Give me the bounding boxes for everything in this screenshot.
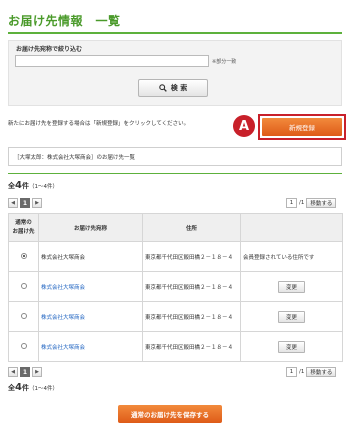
name-cell: 株式会社大塚商会 [38,331,143,362]
filter-label: お届け先宛称で絞り込む [16,46,83,53]
table-row: 株式会社大塚商会 東京都千代田区飯田橋２－１８－４ 変更 [8,271,343,302]
count-prefix: 全 [8,182,15,190]
count-suffix: 件 [21,182,29,190]
address-list-heading: ［大塚太郎：株式会社大塚商会］のお届け先一覧 [8,147,342,166]
pager-top: ◀ 1 ▶ [8,198,42,208]
column-header-default: 通常の お届け先 [8,213,39,242]
page-number-input-bottom[interactable]: 1 [286,367,297,377]
next-page-button-bottom[interactable]: ▶ [32,367,42,377]
page-total: /1 [299,200,305,206]
count-number-bottom: 4 [15,382,22,393]
current-page[interactable]: 1 [20,198,30,208]
search-button-label: 検 索 [170,84,188,92]
address-name-link[interactable]: 株式会社大塚商会 [41,315,85,321]
count-prefix-bottom: 全 [8,384,15,392]
edit-button[interactable]: 変更 [277,340,305,353]
table-row: 株式会社大塚商会 東京都千代田区飯田橋２－１８－４ 変更 [8,331,343,362]
default-radio-cell [8,241,39,272]
address-list-heading-text: ［大塚太郎：株式会社大塚商会］のお届け先一覧 [14,154,136,161]
address-cell: 東京都千代田区飯田橋２－１８－４ [142,271,241,302]
default-radio-cell [8,331,39,362]
page-title: お届け先情報 一覧 [8,14,121,28]
annotation-badge: A [233,115,255,137]
pager-bottom: ◀ 1 ▶ [8,367,42,377]
name-cell: 株式会社大塚商会 [38,271,143,302]
page-jump-top: 1 /1 移動する [286,198,337,208]
page-go-button-bottom[interactable]: 移動する [306,367,337,377]
page-jump-bottom: 1 /1 移動する [286,367,337,377]
filter-note: ※部分一致 [212,59,237,65]
name-cell: 株式会社大塚商会 [38,241,143,272]
page-number-input[interactable]: 1 [286,198,297,208]
name-cell: 株式会社大塚商会 [38,301,143,332]
count-suffix-bottom: 件 [21,384,29,392]
default-radio-cell [8,271,39,302]
edit-button[interactable]: 変更 [277,310,305,323]
column-header-address: 住所 [142,213,241,242]
address-cell: 東京都千代田区飯田橋２－１８－４ [142,331,241,362]
page-total-bottom: /1 [299,369,305,375]
prev-page-button-bottom[interactable]: ◀ [8,367,18,377]
save-default-address-button[interactable]: 通常のお届け先を保存する [118,405,222,423]
registered-address-note: 会員登録されている住所です [243,254,315,261]
action-cell: 会員登録されている住所です [240,241,343,272]
table-row: 株式会社大塚商会 東京都千代田区飯田橋２－１８－４ 変更 [8,301,343,332]
address-cell: 東京都千代田区飯田橋２－１８－４ [142,241,241,272]
column-header-name: お届け先宛称 [38,213,143,242]
edit-button[interactable]: 変更 [277,280,305,293]
result-count-top: 全4件（1～4件） [8,180,58,191]
title-divider [8,32,342,34]
current-page-bottom[interactable]: 1 [20,367,30,377]
table-row: 株式会社大塚商会 東京都千代田区飯田橋２－１８－４ 会員登録されている住所です [8,241,343,272]
count-number: 4 [15,180,22,191]
filter-input[interactable] [15,55,209,67]
list-divider [8,173,342,174]
count-range: （1～4件） [28,184,58,190]
address-cell: 東京都千代田区飯田橋２－１８－４ [142,301,241,332]
default-address-radio[interactable] [20,282,27,289]
next-page-button[interactable]: ▶ [32,198,42,208]
default-address-radio[interactable] [20,312,27,319]
column-header-action [240,213,343,242]
table-header-row: 通常の お届け先 お届け先宛称 住所 [8,213,343,242]
new-entry-instruction: 新たにお届け先を登録する場合は「新規登録」をクリックしてください。 [8,121,190,127]
action-cell: 変更 [240,271,343,302]
address-name: 株式会社大塚商会 [41,254,86,261]
address-name-link[interactable]: 株式会社大塚商会 [41,345,85,351]
action-cell: 変更 [240,331,343,362]
result-count-bottom: 全4件（1～4件） [8,382,58,393]
default-address-radio[interactable] [20,252,27,259]
count-range-bottom: （1～4件） [28,386,58,392]
search-button[interactable]: 検 索 [138,79,208,97]
default-address-radio[interactable] [20,342,27,349]
prev-page-button[interactable]: ◀ [8,198,18,208]
address-name-link[interactable]: 株式会社大塚商会 [41,285,85,291]
new-entry-button[interactable]: 新規登録 [262,118,342,136]
default-radio-cell [8,301,39,332]
page-go-button[interactable]: 移動する [306,198,337,208]
magnifier-icon [159,84,167,92]
action-cell: 変更 [240,301,343,332]
address-table: 通常の お届け先 お届け先宛称 住所 株式会社大塚商会東京都千代田区飯田橋２－１… [8,213,343,362]
